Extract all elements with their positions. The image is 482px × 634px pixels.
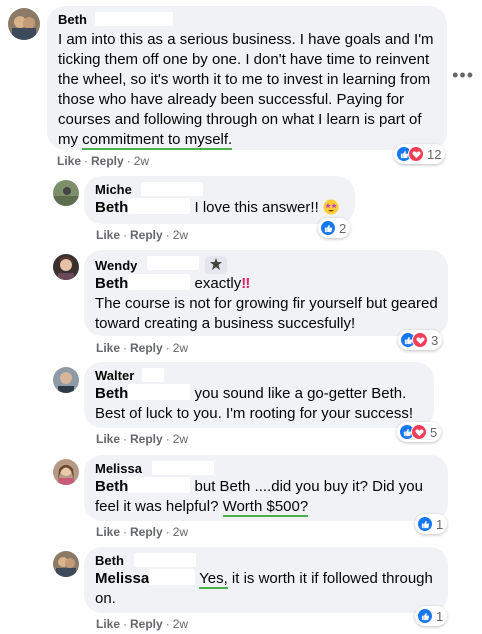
mention-tag[interactable]: Beth xyxy=(95,275,128,292)
like-link[interactable]: Like xyxy=(96,228,120,242)
avatar-wendy[interactable] xyxy=(53,254,79,280)
mention-tag[interactable]: Melissa xyxy=(95,570,149,587)
reply-actions: Like · Reply · 2w xyxy=(96,525,189,539)
heart-icon xyxy=(411,424,427,440)
reaction-count: 1 xyxy=(436,516,444,532)
avatar-miche[interactable] xyxy=(53,180,79,206)
thumbs-up-icon xyxy=(417,608,433,624)
heart-icon xyxy=(412,332,428,348)
reply-author[interactable]: Melissa xyxy=(95,461,214,477)
avatar-walter[interactable] xyxy=(53,367,79,393)
reply-actions: Like · Reply · 2w xyxy=(96,228,189,242)
double-exclamation-emoji: ‼ xyxy=(241,275,251,292)
timestamp: 2w xyxy=(172,432,189,446)
reply-text: Melissa Yes, it is worth it if followed … xyxy=(95,569,433,607)
timestamp: 2w xyxy=(172,525,189,539)
more-options-icon[interactable]: ••• xyxy=(452,66,474,84)
reaction-count: 2 xyxy=(339,220,347,236)
mention-tag[interactable]: Beth xyxy=(95,478,128,495)
timestamp: 2w xyxy=(172,617,189,631)
mention-tag[interactable]: Beth xyxy=(95,385,128,402)
reply-link[interactable]: Reply xyxy=(130,617,163,631)
timestamp: 2w xyxy=(172,341,189,355)
reply-text: Beth exactly‼ The course is not for grow… xyxy=(95,274,438,332)
like-link[interactable]: Like xyxy=(96,432,120,446)
heart-icon xyxy=(408,146,424,162)
comment-text: I am into this as a serious business. I … xyxy=(58,31,434,150)
reply-link[interactable]: Reply xyxy=(91,154,124,168)
reply-link[interactable]: Reply xyxy=(130,432,163,446)
reply-author[interactable]: Miche xyxy=(95,182,204,198)
reply-bubble: Walter Beth you sound like a go-getter B… xyxy=(84,362,434,428)
like-link[interactable]: Like xyxy=(57,154,81,168)
underlined-phrase: Worth $500? xyxy=(222,498,309,517)
reaction-summary[interactable]: 12 xyxy=(394,144,446,164)
reaction-summary[interactable]: 1 xyxy=(415,606,448,626)
reply-actions: Like · Reply · 2w xyxy=(96,341,189,355)
reaction-count: 1 xyxy=(436,608,444,624)
timestamp: 2w xyxy=(172,228,189,242)
thumbs-up-icon xyxy=(417,516,433,532)
underlined-phrase: Yes, xyxy=(199,570,228,589)
like-link[interactable]: Like xyxy=(96,341,120,355)
avatar-melissa[interactable] xyxy=(53,459,79,485)
mention-tag[interactable]: Beth xyxy=(95,199,128,216)
comment-bubble: Beth I am into this as a serious busines… xyxy=(47,6,447,150)
comment-author[interactable]: Beth xyxy=(58,12,173,28)
reaction-summary[interactable]: 3 xyxy=(398,330,443,350)
reply-author[interactable]: Wendy xyxy=(95,256,227,274)
reaction-summary[interactable]: 2 xyxy=(318,218,351,238)
avatar-beth[interactable] xyxy=(8,8,40,40)
like-link[interactable]: Like xyxy=(96,525,120,539)
timestamp: 2w xyxy=(133,154,150,168)
reply-text: Beth you sound like a go-getter Beth. Be… xyxy=(95,384,413,422)
reply-bubble: Melissa Beth but Beth ....did you buy it… xyxy=(84,455,448,521)
avatar-beth[interactable] xyxy=(53,551,79,577)
reply-link[interactable]: Reply xyxy=(130,525,163,539)
reaction-summary[interactable]: 1 xyxy=(415,514,448,534)
comment-actions: Like · Reply · 2w xyxy=(57,154,150,168)
thumbs-up-icon xyxy=(320,220,336,236)
reply-actions: Like · Reply · 2w xyxy=(96,432,189,446)
reply-bubble: Wendy Beth exactly‼ The course is not fo… xyxy=(84,250,448,336)
top-fan-badge-icon xyxy=(204,256,227,274)
like-link[interactable]: Like xyxy=(96,617,120,631)
reply-text: Beth but Beth ....did you buy it? Did yo… xyxy=(95,477,423,517)
reply-link[interactable]: Reply xyxy=(130,341,163,355)
reaction-summary[interactable]: 5 xyxy=(397,422,442,442)
reply-author[interactable]: Beth xyxy=(95,553,196,569)
reply-bubble: Miche Beth I love this answer!! xyxy=(84,176,355,224)
reply-link[interactable]: Reply xyxy=(130,228,163,242)
reply-author[interactable]: Walter xyxy=(95,368,164,384)
underlined-phrase: commitment to myself. xyxy=(82,131,233,150)
reply-bubble: Beth Melissa Yes, it is worth it if foll… xyxy=(84,547,448,613)
reaction-count: 12 xyxy=(427,146,442,162)
reaction-count: 5 xyxy=(430,424,438,440)
reply-actions: Like · Reply · 2w xyxy=(96,617,189,631)
reply-text: Beth I love this answer!! xyxy=(95,198,350,221)
reaction-count: 3 xyxy=(431,332,439,348)
